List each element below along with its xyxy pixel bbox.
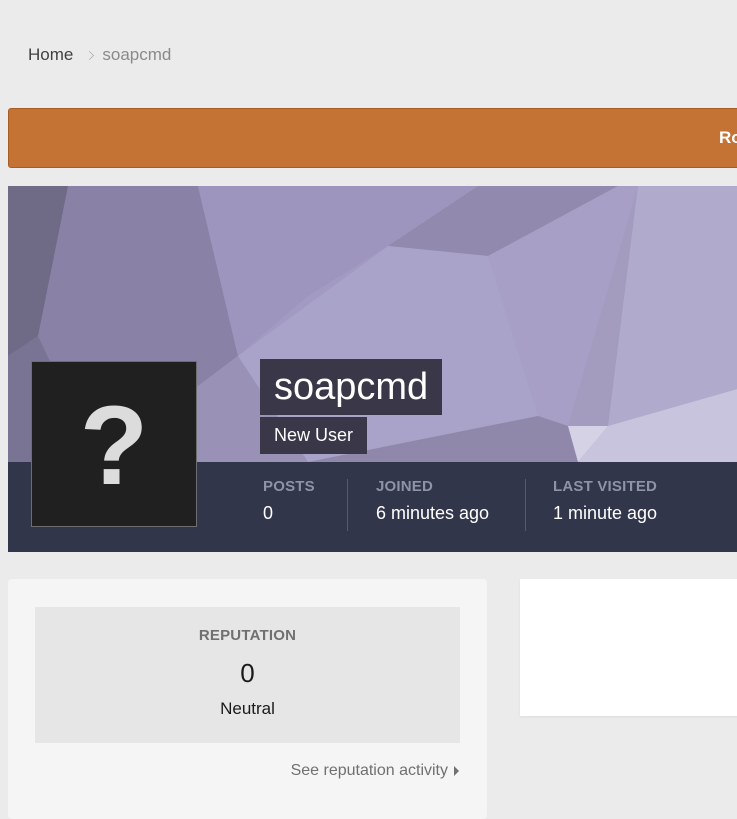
reputation-label: REPUTATION (198, 627, 297, 644)
user-avatar[interactable]: ? (31, 361, 197, 527)
announcement-banner[interactable]: Ro (8, 108, 737, 168)
stat-joined: JOINED 6 minutes ago (376, 478, 489, 524)
stat-value: 1 minute ago (553, 503, 658, 523)
reputation-panel: REPUTATION 0 Neutral See reputation acti… (8, 579, 487, 819)
breadcrumb-home-link[interactable]: Home (28, 45, 73, 65)
stat-posts: POSTS 0 (263, 478, 315, 524)
breadcrumb: Home soapcmd (28, 44, 171, 66)
stat-label: POSTS (263, 478, 315, 495)
caret-right-icon (454, 766, 459, 776)
chevron-right-icon (85, 51, 95, 60)
question-mark-icon: ? (79, 383, 149, 508)
stat-divider (347, 479, 348, 531)
reputation-status: Neutral (220, 699, 275, 718)
stat-last-visited: LAST VISITED 1 minute ago (553, 478, 657, 524)
profile-username: soapcmd (260, 359, 443, 415)
stat-divider (525, 479, 526, 531)
reputation-link-label: See reputation activity (290, 762, 448, 779)
reputation-box: REPUTATION 0 Neutral (35, 607, 460, 743)
profile-usergroup: New User (260, 417, 368, 454)
see-reputation-activity-link[interactable]: See reputation activity (291, 762, 459, 780)
stat-label: JOINED (376, 478, 434, 495)
profile-content-panel (520, 579, 737, 716)
reputation-value: 0 (240, 658, 255, 688)
stat-value: 6 minutes ago (376, 503, 490, 523)
stat-label: LAST VISITED (553, 478, 658, 495)
profile-header: ? soapcmd New User POSTS 0 JOINED 6 minu… (8, 186, 737, 552)
stat-value: 0 (263, 503, 274, 523)
breadcrumb-current: soapcmd (102, 45, 172, 64)
announcement-text[interactable]: Ro (719, 128, 737, 148)
